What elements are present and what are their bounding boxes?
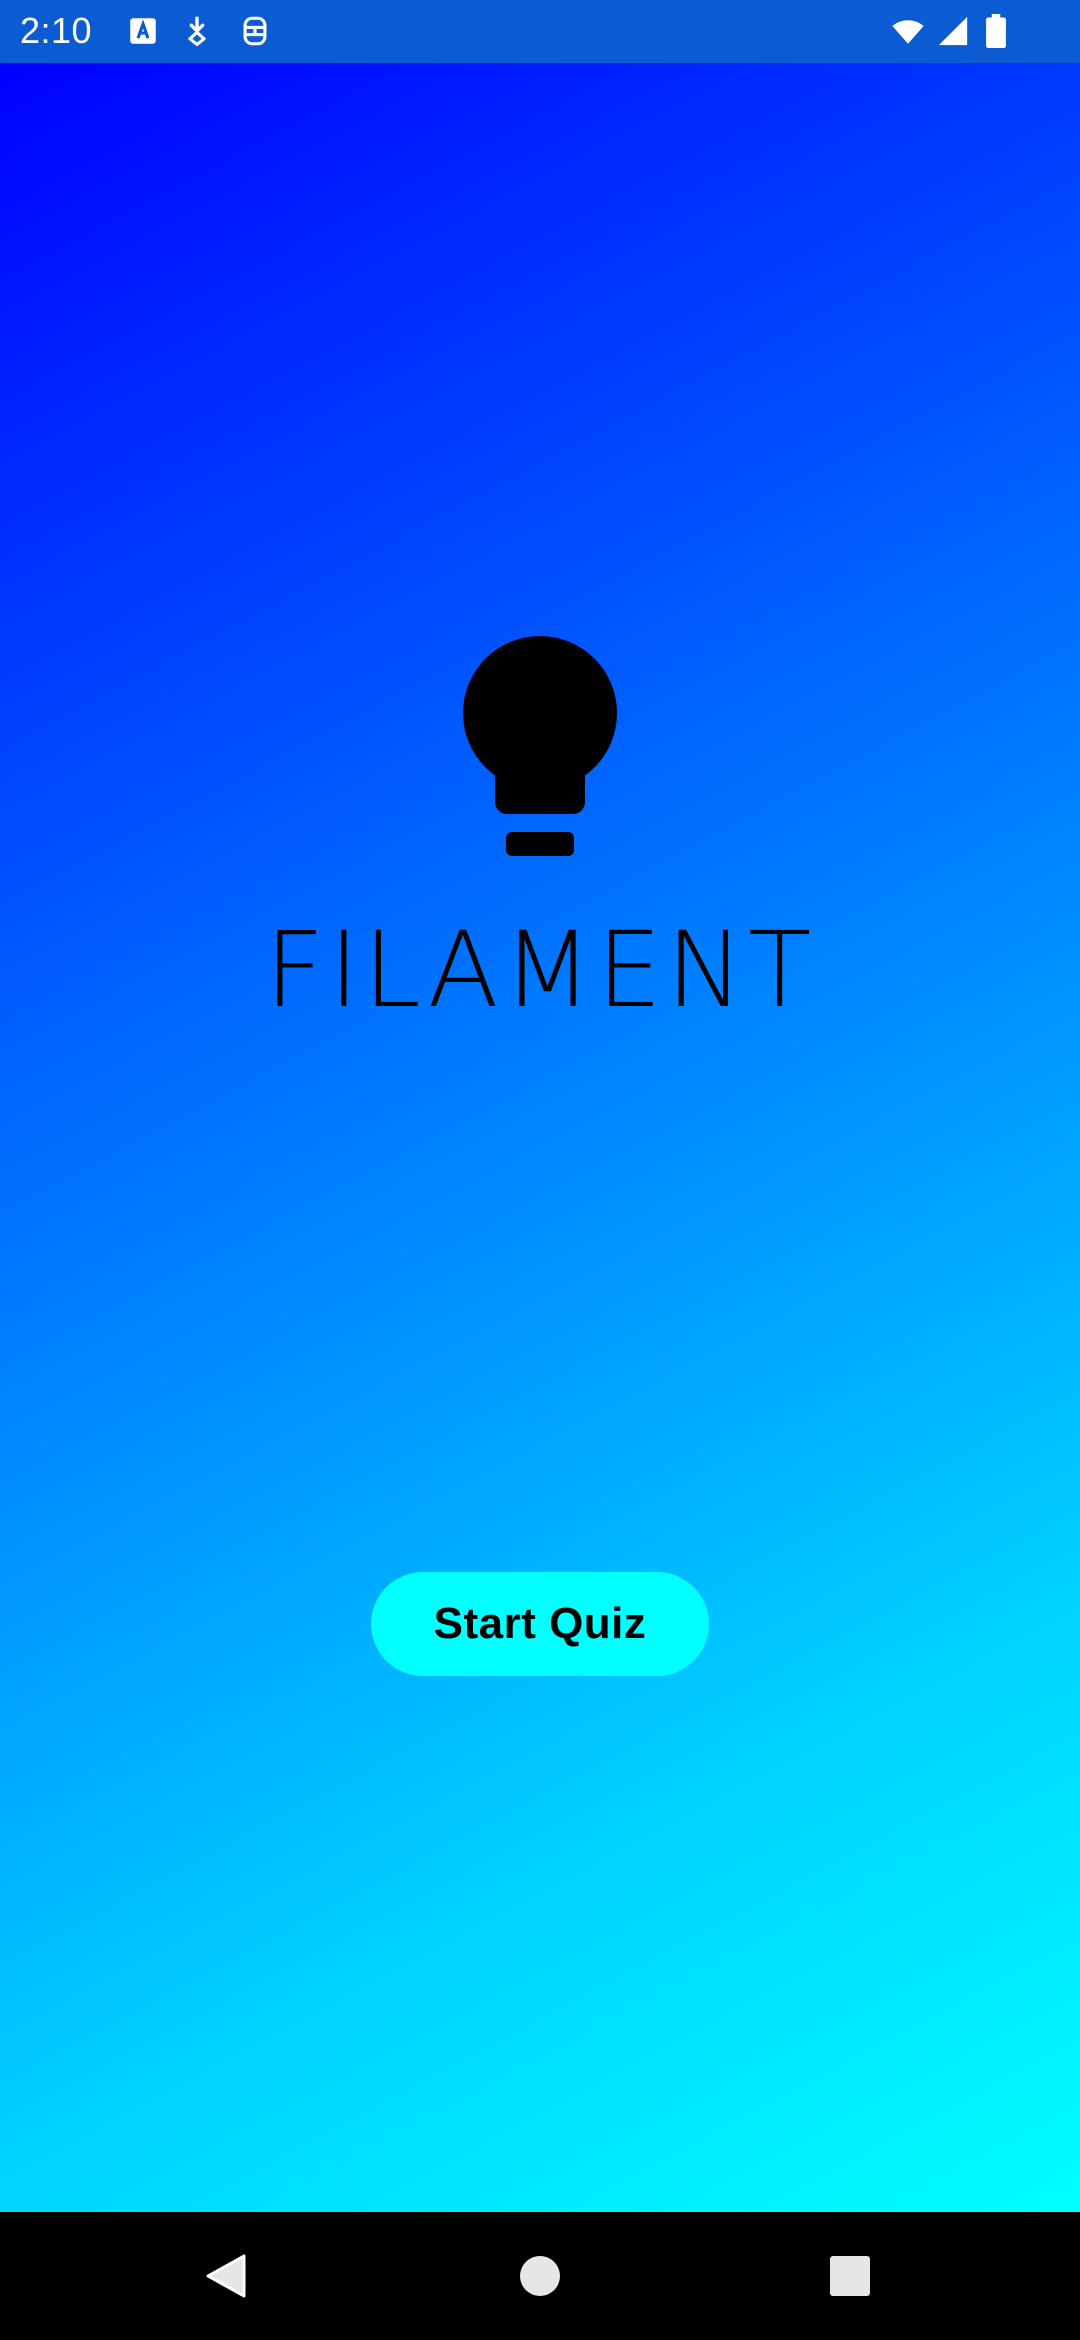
navigation-bar [0, 2212, 1080, 2340]
status-bar: 2:10 [0, 0, 1080, 63]
main-content: FILAMENT Start Quiz [0, 63, 1080, 2212]
app-title: FILAMENT [264, 909, 816, 1031]
back-icon[interactable] [186, 2236, 266, 2316]
recents-icon[interactable] [810, 2236, 890, 2316]
battery-icon [984, 14, 1008, 48]
wifi-icon [888, 14, 928, 48]
status-time: 2:10 [20, 10, 93, 51]
start-quiz-button[interactable]: Start Quiz [371, 1572, 709, 1676]
app-notification-icon [126, 14, 160, 48]
home-icon[interactable] [500, 2236, 580, 2316]
app-screen: 2:10 FILAMENT Start Quiz [0, 0, 1080, 2340]
lightbulb-icon [462, 636, 618, 856]
cellular-signal-icon [934, 14, 972, 48]
sim-notification-icon [238, 14, 272, 48]
download-notification-icon [180, 14, 214, 48]
